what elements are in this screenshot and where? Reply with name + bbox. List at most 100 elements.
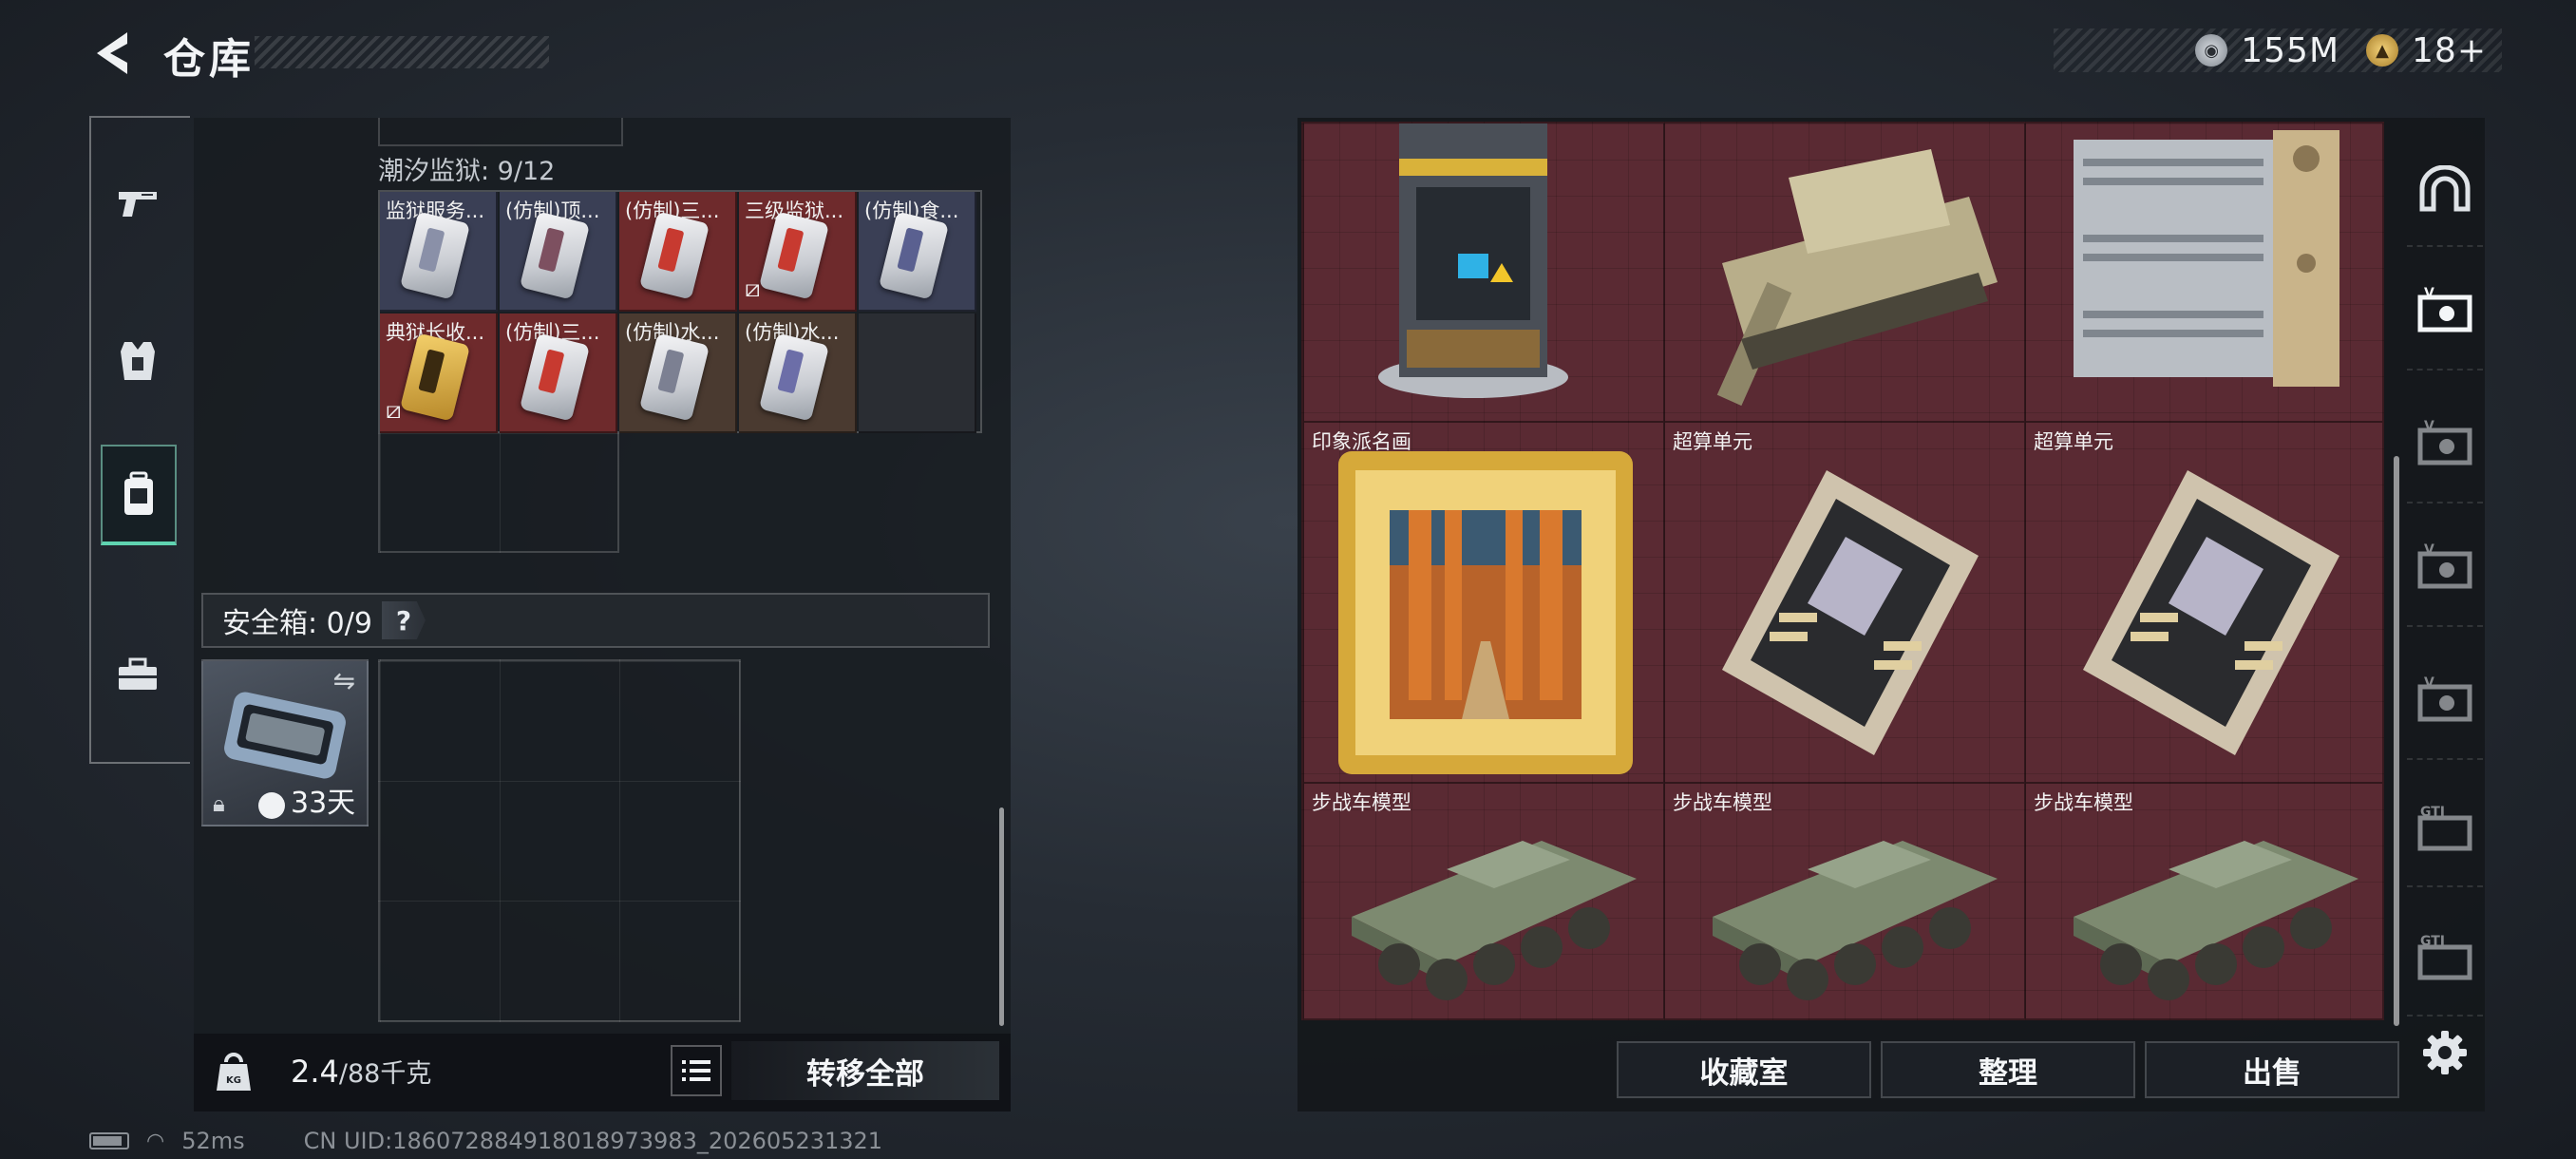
- settings-button[interactable]: [2416, 1024, 2473, 1081]
- stash-item[interactable]: [1664, 124, 2025, 422]
- sell-button[interactable]: 出售: [2145, 1041, 2399, 1098]
- transfer-all-button[interactable]: 转移全部: [731, 1041, 999, 1100]
- weight-icon: KG: [207, 1045, 260, 1098]
- grid-item[interactable]: 典狱长收... ⧄: [380, 314, 498, 433]
- gti-stash-icon: GTI: [2417, 805, 2472, 851]
- nav-backpack[interactable]: [101, 445, 177, 545]
- grid-item[interactable]: (仿制)三...: [619, 192, 737, 312]
- list-view-button[interactable]: [671, 1045, 722, 1096]
- status-bar: ◠ 52ms CN UID:186072884918018973983_2026…: [89, 1127, 882, 1155]
- reactor-icon: [1378, 124, 1568, 398]
- stash-grid: 印象派名画 超算单元 超算单元 步战车模型 步战车模型 步战车模型: [1301, 122, 2384, 1020]
- tank-icon: [1716, 149, 1998, 406]
- safe-box-header: 安全箱: 0/9 ?: [201, 593, 990, 648]
- svg-text:V: V: [2424, 286, 2434, 301]
- rail-tab-stash-4[interactable]: V: [2407, 646, 2483, 760]
- keycard-icon: [758, 211, 830, 300]
- back-arrow-icon: [97, 32, 127, 74]
- nav-armor[interactable]: [95, 314, 180, 408]
- coin-icon: ◉: [2195, 34, 2228, 66]
- safe-box-item[interactable]: ⇋ 🔒︎ 33天: [201, 659, 369, 826]
- stash-v-icon: V: [2417, 542, 2472, 589]
- collection-room-button[interactable]: 收藏室: [1617, 1041, 1871, 1098]
- rail-tab-gti-1[interactable]: GTI: [2407, 773, 2483, 887]
- marked-flag-icon: ⧄: [745, 275, 761, 303]
- rail-tab-gti-2[interactable]: GTI: [2407, 902, 2483, 1016]
- svg-text:V: V: [2424, 419, 2434, 434]
- grid-stub: [378, 118, 623, 146]
- weight-max: /88千克: [338, 1059, 432, 1089]
- nav-weapons[interactable]: [95, 156, 180, 251]
- keycard-icon: [878, 211, 950, 300]
- svg-text:GTI: GTI: [2420, 805, 2445, 820]
- pistol-icon: [119, 192, 157, 217]
- stash-item[interactable]: 步战车模型: [1303, 783, 1664, 1018]
- container-label: 潮汐监狱: 9/12: [378, 157, 556, 186]
- gti-stash-icon: GTI: [2417, 934, 2472, 980]
- title-decoration: [255, 36, 549, 68]
- marked-flag-icon: ⧄: [386, 396, 402, 425]
- stash-item[interactable]: [1303, 124, 1664, 422]
- help-button[interactable]: ?: [381, 601, 426, 639]
- svg-text:V: V: [2424, 675, 2434, 691]
- scrollbar[interactable]: [999, 808, 1004, 1026]
- armor-vest-icon: [121, 342, 155, 380]
- container-grid: 监狱服务... (仿制)顶... (仿制)三... 三级监狱... ⧄ (仿制)食…: [378, 190, 982, 433]
- swap-icon[interactable]: ⇋: [333, 665, 355, 696]
- stash-v-icon: V: [2417, 419, 2472, 466]
- gpu-icon: [1722, 470, 1979, 755]
- stash-item[interactable]: 步战车模型: [2025, 783, 2382, 1018]
- ifv-model-icon: [1713, 841, 1998, 1000]
- page-title: 仓库: [163, 35, 255, 84]
- rail-tab-special[interactable]: [2407, 133, 2483, 247]
- battery-icon: [89, 1132, 129, 1150]
- user-uid: CN UID:186072884918018973983_20260523132…: [303, 1128, 883, 1154]
- keycard-icon: [519, 332, 591, 422]
- grid-item[interactable]: (仿制)顶...: [500, 192, 617, 312]
- carry-weight: 2.4/88千克: [291, 1053, 431, 1090]
- grid-item[interactable]: (仿制)水...: [619, 314, 737, 433]
- keycard-icon: [399, 211, 471, 300]
- empty-grid: [378, 433, 619, 553]
- grid-item[interactable]: 监狱服务...: [380, 192, 498, 312]
- rail-tab-stash-3[interactable]: V: [2407, 513, 2483, 627]
- arch-icon: [2419, 165, 2471, 212]
- svg-text:GTI: GTI: [2420, 934, 2445, 949]
- stash-item[interactable]: 印象派名画: [1303, 422, 1664, 783]
- keycard-icon: [519, 211, 591, 300]
- coin-balance: 155M: [2241, 30, 2340, 70]
- grid-item[interactable]: (仿制)食...: [859, 192, 976, 312]
- safe-box-grid: [378, 659, 741, 1022]
- currency-bar: ◉ 155M ▲ 18+: [2054, 28, 2502, 72]
- stash-scrollbar[interactable]: [2394, 456, 2399, 1026]
- keycard-icon: [758, 332, 830, 422]
- stash-item[interactable]: 步战车模型: [1664, 783, 2025, 1018]
- nav-tools[interactable]: [95, 627, 180, 722]
- safe-time-left: 33天: [291, 787, 356, 820]
- gear-icon: [2423, 1031, 2467, 1074]
- rail-tab-stash-2[interactable]: V: [2407, 390, 2483, 504]
- lock-icon: 🔒︎: [213, 790, 225, 817]
- grid-item[interactable]: (仿制)三...: [500, 314, 617, 433]
- backpack-icon: [124, 471, 153, 515]
- list-icon: [682, 1060, 710, 1081]
- ifv-model-icon: [2074, 841, 2358, 1000]
- stash-v-icon: V: [2417, 675, 2472, 722]
- ping-value: 52ms: [181, 1128, 245, 1154]
- empty-slot[interactable]: [859, 314, 976, 433]
- grid-item[interactable]: 三级监狱... ⧄: [739, 192, 857, 312]
- stash-item[interactable]: 超算单元: [1664, 422, 2025, 783]
- premium-balance: 18+: [2412, 30, 2487, 70]
- stash-item[interactable]: [2025, 124, 2382, 422]
- ifv-model-icon: [1352, 841, 1637, 1000]
- stash-v-active-icon: V: [2417, 286, 2472, 332]
- wifi-icon: ◠: [146, 1129, 165, 1153]
- rail-tab-stash-1[interactable]: V: [2407, 256, 2483, 370]
- painting-icon: [1338, 451, 1633, 774]
- grid-item[interactable]: (仿制)水...: [739, 314, 857, 433]
- sort-button[interactable]: 整理: [1881, 1041, 2135, 1098]
- stash-item[interactable]: 超算单元: [2025, 422, 2382, 783]
- back-button[interactable]: [87, 27, 135, 80]
- server-rack-icon: [2074, 130, 2339, 387]
- svg-text:V: V: [2424, 542, 2434, 558]
